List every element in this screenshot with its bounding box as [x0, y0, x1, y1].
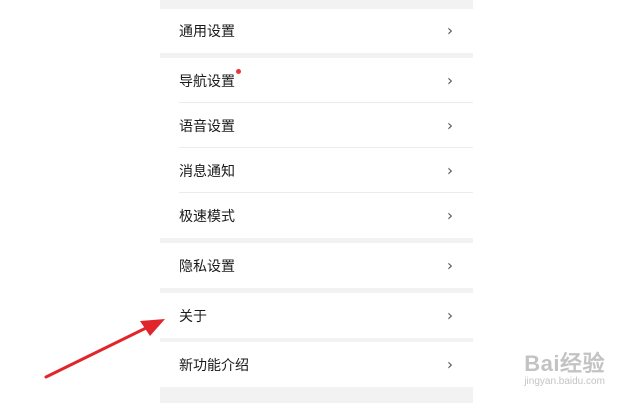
- red-arrow-annotation: [44, 319, 165, 379]
- watermark-url: jingyan.baidu.com: [524, 376, 605, 387]
- watermark-logo: Bai经验: [524, 351, 605, 376]
- baidu-jingyan-watermark: Bai经验 jingyan.baidu.com: [524, 346, 605, 387]
